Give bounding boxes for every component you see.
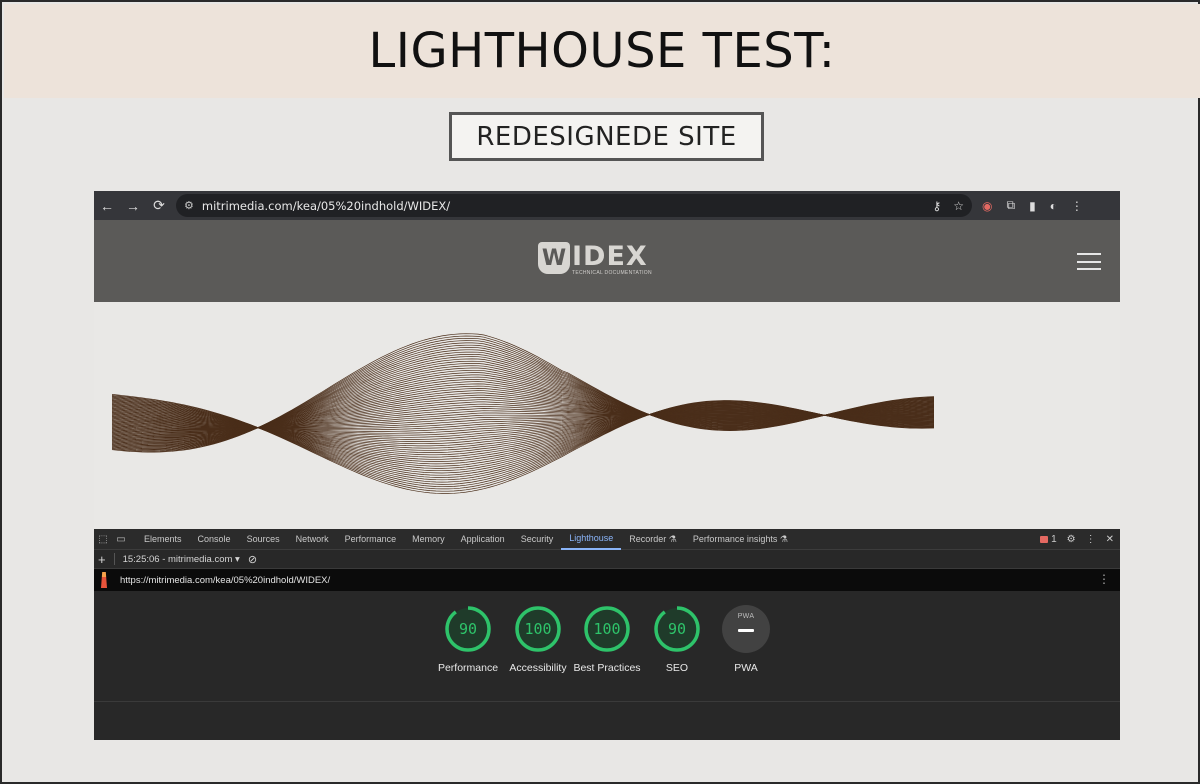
score-gauge: 90 (444, 605, 492, 653)
tab-application[interactable]: Application (453, 529, 513, 550)
report-url-bar: https://mitrimedia.com/kea/05%20indhold/… (94, 569, 1120, 591)
score-value: 100 (524, 620, 552, 638)
divider (94, 701, 1120, 702)
device-toolbar-icon[interactable]: ▭ (112, 534, 130, 545)
score-gauge: 90 (653, 605, 701, 653)
tab-network[interactable]: Network (288, 529, 337, 550)
report-menu-icon[interactable]: ⋮ (1098, 572, 1110, 586)
hamburger-menu-icon[interactable] (1077, 253, 1101, 270)
address-url[interactable]: mitrimedia.com/kea/05%20indhold/WIDEX/ (202, 199, 450, 213)
pwa-badge-icon: PWA (722, 605, 770, 653)
lighthouse-logo-icon (101, 572, 107, 588)
score-gauge: 100 (514, 605, 562, 653)
score-best-practices[interactable]: 100 Best Practices (567, 605, 647, 675)
inspect-element-icon[interactable]: ⬚ (94, 534, 112, 545)
side-panel-icon[interactable]: ▮ (1029, 199, 1036, 213)
new-report-icon[interactable]: + (98, 552, 106, 567)
score-performance[interactable]: 90 Performance (428, 605, 508, 675)
site-header: W IDEX TECHNICAL DOCUMENTATION (94, 220, 1120, 302)
score-label: PWA (734, 662, 758, 674)
title-band: LIGHTHOUSE TEST: (4, 4, 1200, 98)
clear-icon[interactable]: ⊘ (248, 553, 257, 566)
audited-url[interactable]: https://mitrimedia.com/kea/05%20indhold/… (120, 575, 330, 586)
score-value: 90 (667, 620, 687, 638)
error-count-badge[interactable]: 1 (1040, 534, 1057, 545)
tab-recorder[interactable]: Recorder ⚗ (621, 529, 685, 550)
address-bar[interactable]: ⚙ mitrimedia.com/kea/05%20indhold/WIDEX/… (176, 194, 972, 217)
score-gauges: 90 Performance 100 Accessibility 100 Best Pra… (94, 591, 1120, 701)
site-settings-icon[interactable]: ⚙ (184, 199, 194, 212)
devtools-menu-icon[interactable]: ⋮ (1086, 534, 1096, 545)
subtitle-box: REDESIGNEDE SITE (449, 112, 764, 161)
tab-performance[interactable]: Performance (337, 529, 405, 550)
devtools-tabbar: ⬚ ▭ Elements Console Sources Network Perform… (94, 529, 1120, 550)
profile-avatar[interactable]: ◐ (1050, 199, 1057, 213)
divider (113, 553, 115, 565)
score-seo[interactable]: 90 SEO (637, 605, 717, 675)
report-selector[interactable]: 15:25:06 - mitrimedia.com ▾ (123, 554, 240, 565)
tab-performance-insights[interactable]: Performance insights ⚗ (685, 529, 796, 550)
slide-subtitle: REDESIGNEDE SITE (476, 121, 737, 152)
record-icon[interactable]: ◉ (982, 199, 992, 213)
browser-screenshot: ← → ⟳ ⚙ mitrimedia.com/kea/05%20indhold/… (94, 191, 1120, 740)
chrome-menu-icon[interactable]: ⋮ (1071, 199, 1083, 213)
bookmark-star-icon[interactable]: ☆ (953, 199, 964, 213)
slide-frame: LIGHTHOUSE TEST: REDESIGNEDE SITE ← → ⟳ … (0, 0, 1200, 784)
score-value: 90 (458, 620, 478, 638)
key-icon[interactable]: ⚷ (932, 199, 941, 213)
forward-icon[interactable]: → (120, 191, 146, 220)
tab-sources[interactable]: Sources (239, 529, 288, 550)
score-label: Performance (437, 662, 499, 674)
slide-title: LIGHTHOUSE TEST: (368, 23, 836, 79)
tab-elements[interactable]: Elements (136, 529, 190, 550)
browser-toolbar: ← → ⟳ ⚙ mitrimedia.com/kea/05%20indhold/… (94, 191, 1120, 220)
logo-word: IDEX (572, 241, 648, 272)
score-value: 100 (593, 620, 621, 638)
score-accessibility[interactable]: 100 Accessibility (498, 605, 578, 675)
devtools-panel: ⬚ ▭ Elements Console Sources Network Perform… (94, 529, 1120, 740)
score-gauge: 100 (583, 605, 631, 653)
logo-tagline: TECHNICAL DOCUMENTATION (572, 270, 652, 276)
tab-lighthouse[interactable]: Lighthouse (561, 529, 622, 550)
score-label: Accessibility (509, 662, 567, 674)
score-pwa[interactable]: PWA PWA (706, 605, 786, 675)
tab-memory[interactable]: Memory (404, 529, 453, 550)
lighthouse-toolbar: + 15:25:06 - mitrimedia.com ▾ ⊘ (94, 550, 1120, 569)
score-label: SEO (665, 662, 689, 674)
close-icon[interactable]: ✕ (1106, 534, 1114, 545)
logo-mark: W (538, 242, 570, 274)
tab-console[interactable]: Console (190, 529, 239, 550)
settings-gear-icon[interactable]: ⚙ (1067, 534, 1076, 545)
extensions-icon[interactable]: ⧉ (1006, 198, 1015, 213)
back-icon[interactable]: ← (94, 191, 120, 220)
tab-security[interactable]: Security (513, 529, 562, 550)
score-label: Best Practices (573, 662, 641, 674)
hero-wave-graphic (111, 333, 935, 494)
reload-icon[interactable]: ⟳ (146, 191, 172, 220)
